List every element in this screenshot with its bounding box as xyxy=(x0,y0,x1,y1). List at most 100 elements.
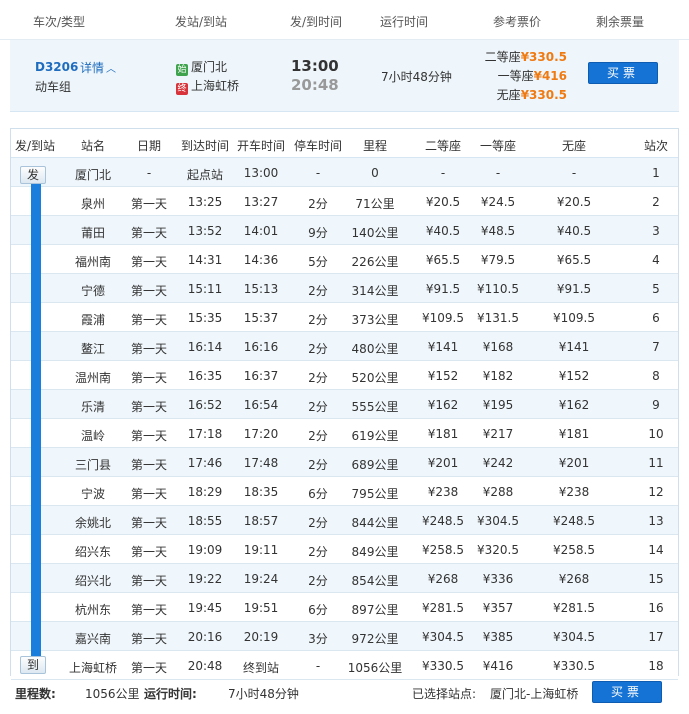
no-seat-price: ¥152 xyxy=(558,369,590,383)
stop-index: 6 xyxy=(652,311,660,325)
col-times: 发/到时间 xyxy=(290,15,343,29)
first-class-price: ¥79.5 xyxy=(480,253,516,267)
stop-index: 3 xyxy=(652,224,660,238)
first-class-price: ¥242 xyxy=(482,456,514,470)
stop-row: 厦门北 - 起点站 13:00-0- - -1 xyxy=(11,158,678,187)
stop-table: 发/到站 站名 日期 到达时间 开车时间 停车时间 里程 二等座 一等座 无座 站次 厦门北 - 起点站… xyxy=(10,128,679,680)
destination-name: 上海虹桥 xyxy=(191,79,240,93)
stop-index: 9 xyxy=(652,398,660,412)
train-number[interactable]: D3206 xyxy=(35,60,78,74)
chevron-up-icon: ︿ xyxy=(106,64,117,75)
stop-row: 泉州 第一天 13:25 13:27 2分 71公里 ¥20.5 ¥24.5 ¥20.5 2 xyxy=(11,187,678,216)
col-price: 参考票价 xyxy=(493,15,542,29)
col-stations: 发站/到站 xyxy=(175,15,228,29)
stop-index: 5 xyxy=(652,282,660,296)
destination-station: 终上海虹桥 xyxy=(176,77,239,95)
col-train-type: 车次/类型 xyxy=(33,15,86,29)
travel-duration: 7小时48分钟 xyxy=(381,70,452,84)
no-seat-price: ¥40.5 xyxy=(556,224,592,238)
mileage-label: 里程数: xyxy=(15,687,56,701)
no-seat-price: ¥201 xyxy=(558,456,590,470)
origin-badge-icon: 始 xyxy=(176,64,188,76)
stop-row: 霞浦 第一天 15:35 15:37 2分 373公里 ¥109.5 ¥131.5 ¥109.5… xyxy=(11,303,678,332)
price-value: ¥330.5 xyxy=(520,50,567,64)
price-second-class: 二等座¥330.5 xyxy=(485,48,567,67)
no-seat-price: ¥141 xyxy=(558,340,590,354)
price-label: 一等座 xyxy=(497,69,534,83)
col-no-seat: 无座 xyxy=(561,139,586,153)
destination-badge-icon: 终 xyxy=(176,83,188,95)
stop-row: 上海虹桥 第一天 20:48 终到站 -1056公里 ¥330.5 ¥416 ¥330.5 18 xyxy=(11,651,678,680)
stop-index: 4 xyxy=(652,253,660,267)
arrive-marker: 到 xyxy=(20,656,46,674)
stop-index: 15 xyxy=(648,572,664,586)
col-first-class: 一等座 xyxy=(479,139,516,153)
no-seat-price: ¥281.5 xyxy=(553,601,595,615)
stop-index: 16 xyxy=(648,601,664,615)
no-seat-price: ¥162 xyxy=(558,398,590,412)
stop-index: 8 xyxy=(652,369,660,383)
stop-table-header: 发/到站 站名 日期 到达时间 开车时间 停车时间 里程 二等座 一等座 无座 站次 xyxy=(11,129,678,158)
col-stop-index: 站次 xyxy=(643,139,668,153)
price-no-seat: 无座¥330.5 xyxy=(485,86,567,105)
no-seat-price: ¥248.5 xyxy=(553,514,595,528)
col-duration: 运行时间 xyxy=(380,15,429,29)
depart-time: 13:00 xyxy=(291,57,339,75)
first-class-price: ¥304.5 xyxy=(477,514,519,528)
first-class-price: ¥416 xyxy=(482,659,514,673)
first-class-price: ¥320.5 xyxy=(477,543,519,557)
price-value: ¥416 xyxy=(533,69,567,83)
stop-row: 莆田 第一天 13:52 14:01 9分 140公里 ¥40.5 ¥48.5 ¥40.5 3 xyxy=(11,216,678,245)
first-class-price: ¥168 xyxy=(482,340,514,354)
stop-row: 绍兴北 第一天 19:22 19:24 2分 854公里 ¥268 ¥336 ¥268 15 xyxy=(11,564,678,593)
no-seat-price: ¥109.5 xyxy=(553,311,595,325)
first-class-price: ¥24.5 xyxy=(480,195,516,209)
arrive-time: 20:48 xyxy=(291,76,339,94)
stop-row: 温州南 第一天 16:35 16:37 2分 520公里 ¥152 ¥182 ¥152 8 xyxy=(11,361,678,390)
first-class-price: ¥182 xyxy=(482,369,514,383)
stop-index: 12 xyxy=(648,485,664,499)
no-seat-price: ¥330.5 xyxy=(553,659,595,673)
runtime-value: 7小时48分钟 xyxy=(228,687,299,701)
stop-index: 10 xyxy=(648,427,664,441)
no-seat-price: ¥91.5 xyxy=(556,282,592,296)
stop-index: 17 xyxy=(648,630,664,644)
no-seat-price: ¥304.5 xyxy=(553,630,595,644)
stop-row: 乐清 第一天 16:52 16:54 2分 555公里 ¥162 ¥195 ¥162 9 xyxy=(11,390,678,419)
first-class-price: ¥131.5 xyxy=(477,311,519,325)
stop-row: 嘉兴南 第一天 20:16 20:19 3分 972公里 ¥304.5 ¥385 ¥304.5 1… xyxy=(11,622,678,651)
stop-index: 11 xyxy=(648,456,664,470)
stop-row: 三门县 第一天 17:46 17:48 2分 689公里 ¥201 ¥242 ¥201 11 xyxy=(11,448,678,477)
depart-marker: 发 xyxy=(20,166,46,184)
first-class-price: ¥195 xyxy=(482,398,514,412)
stop-index: 7 xyxy=(652,340,660,354)
price-value: ¥330.5 xyxy=(520,88,567,102)
origin-name: 厦门北 xyxy=(191,60,228,74)
stop-index: 1 xyxy=(652,166,660,180)
first-class-price: ¥385 xyxy=(482,630,514,644)
stop-row: 温岭 第一天 17:18 17:20 2分 619公里 ¥181 ¥217 ¥181 10 xyxy=(11,419,678,448)
stop-index: 2 xyxy=(652,195,660,209)
no-seat-price: ¥268 xyxy=(558,572,590,586)
results-header: 车次/类型 发站/到站 发/到时间 运行时间 参考票价 剩余票量 xyxy=(0,0,689,40)
no-seat-price: - xyxy=(571,166,577,180)
train-summary-row: D3206 详情 ︿ 动车组 始厦门北 终上海虹桥 13:00 20:48 7小时… xyxy=(10,40,679,112)
buy-ticket-button[interactable]: 买票 xyxy=(588,62,658,84)
mileage-value: 1056公里 xyxy=(85,687,140,701)
stop-row: 杭州东 第一天 19:45 19:51 6分 897公里 ¥281.5 ¥357 ¥281.5 1… xyxy=(11,593,678,622)
detail-toggle[interactable]: 详情 ︿ xyxy=(80,59,116,76)
price-label: 二等座 xyxy=(484,50,521,64)
stop-row: 宁波 第一天 18:29 18:35 6分 795公里 ¥238 ¥288 ¥238 12 xyxy=(11,477,678,506)
detail-label: 详情 xyxy=(80,61,105,75)
buy-selected-button[interactable]: 买票 xyxy=(592,681,662,703)
stop-index: 13 xyxy=(648,514,664,528)
price-label: 无座 xyxy=(496,88,521,102)
origin-station: 始厦门北 xyxy=(176,58,227,76)
stop-index: 18 xyxy=(648,659,664,673)
selected-stations-label: 已选择站点: xyxy=(412,687,477,701)
first-class-price: ¥48.5 xyxy=(480,224,516,238)
col-remaining: 剩余票量 xyxy=(596,15,645,29)
stop-row: 余姚北 第一天 18:55 18:57 2分 844公里 ¥248.5 ¥304.5 ¥248.… xyxy=(11,506,678,535)
selected-stations-value: 厦门北-上海虹桥 xyxy=(490,687,579,701)
first-class-price: ¥336 xyxy=(482,572,514,586)
